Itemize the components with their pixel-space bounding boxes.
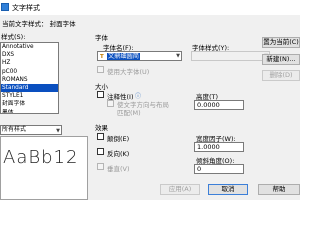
font-name-value: 文鼎细圆简: [107, 53, 140, 60]
width-factor-input[interactable]: 1.0000: [194, 142, 244, 152]
set-current-button[interactable]: 置为当前(C): [262, 37, 300, 48]
annotative-checkbox[interactable]: [97, 91, 104, 98]
list-item-selected[interactable]: Standard: [1, 83, 58, 93]
upside-down-checkbox[interactable]: [97, 133, 104, 140]
help-button[interactable]: 帮助: [258, 184, 300, 195]
oblique-input[interactable]: 0: [194, 164, 244, 174]
vertical-checkbox[interactable]: [97, 163, 104, 170]
list-item[interactable]: pC00: [1, 68, 58, 76]
cancel-button[interactable]: 取消: [208, 184, 248, 195]
effects-group-label: 效果: [95, 122, 109, 132]
list-item[interactable]: Annotative: [1, 43, 58, 51]
window-title: 文字样式: [12, 4, 40, 12]
delete-button[interactable]: 删除(D): [262, 70, 300, 81]
preview-box: AaBb12: [0, 136, 88, 200]
backwards-checkbox[interactable]: [97, 148, 104, 155]
style-filter-select[interactable]: 所有样式 ▼: [0, 125, 62, 135]
list-item[interactable]: HZ: [1, 59, 58, 67]
apply-button[interactable]: 应用(A): [160, 184, 200, 195]
app-icon: [1, 3, 9, 11]
font-name-dropdown[interactable]: T 文鼎细圆简 ▼: [97, 51, 182, 61]
size-group-label: 大小: [95, 81, 109, 91]
use-bigfont-checkbox[interactable]: [97, 66, 104, 73]
backwards-label: 反向(K): [107, 150, 130, 158]
list-item[interactable]: 封面字体: [1, 100, 58, 108]
truetype-font-icon: T: [100, 54, 104, 60]
style-filter-value: 所有样式: [2, 126, 27, 133]
font-style-dropdown[interactable]: ▼: [191, 51, 270, 61]
new-button[interactable]: 新建(N)...: [262, 54, 300, 65]
match-orientation-checkbox[interactable]: [107, 100, 114, 107]
styles-listbox[interactable]: Annotative DXS HZ pC00 ROMANS Standard S…: [0, 42, 59, 114]
vertical-label: 垂直(V): [107, 165, 130, 173]
current-style-label: 当前文字样式： 封面字体: [2, 20, 76, 28]
use-bigfont-label: 使用大字体(U): [107, 68, 150, 76]
chevron-down-icon: ▼: [176, 53, 180, 59]
list-item[interactable]: ROMANS: [1, 76, 58, 84]
height-input[interactable]: 0.0000: [194, 100, 244, 110]
upside-down-label: 颠倒(E): [107, 135, 130, 143]
list-item[interactable]: STYLE1: [1, 92, 58, 100]
title-bar: 文字样式: [0, 0, 300, 15]
chevron-down-icon: ▼: [56, 128, 60, 134]
match-orientation-label-2: 匹配(M): [117, 109, 141, 117]
preview-text: AaBb12: [3, 147, 79, 168]
list-item[interactable]: 黑体: [1, 109, 58, 114]
font-group-label: 字体: [95, 32, 109, 42]
text-style-dialog: 文字样式 当前文字样式： 封面字体 样式(S): Annotative DXS …: [0, 0, 300, 200]
list-item[interactable]: DXS: [1, 51, 58, 59]
styles-label: 样式(S):: [1, 33, 26, 41]
